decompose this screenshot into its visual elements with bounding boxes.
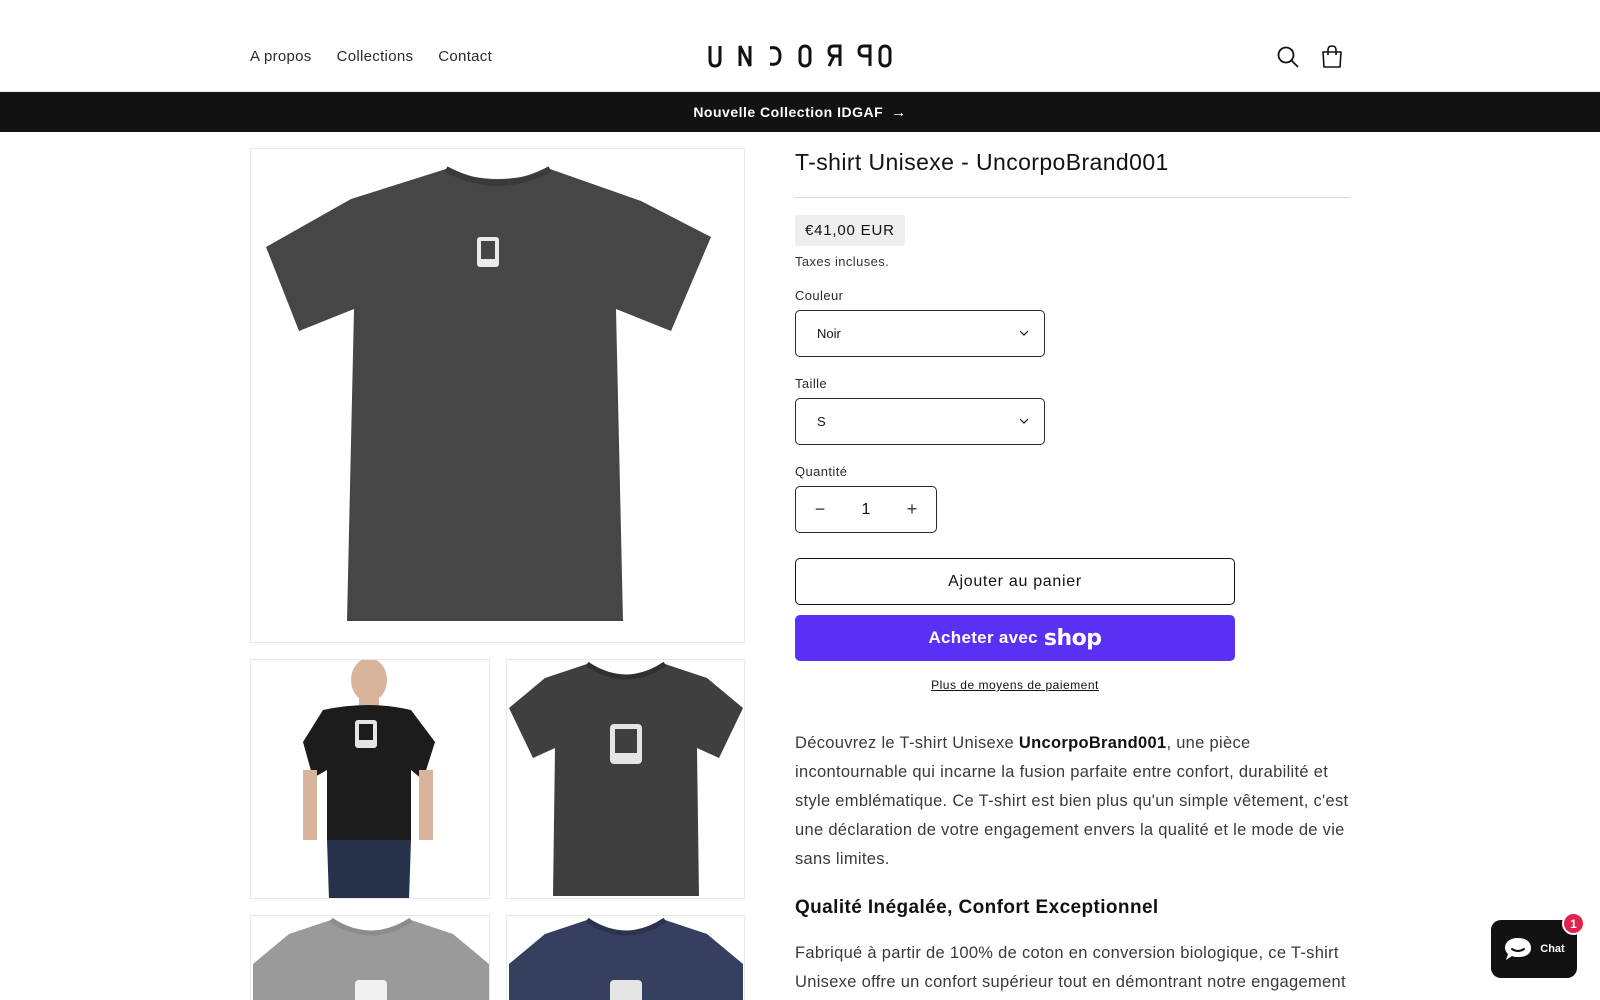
- tshirt-grey-image: [251, 916, 489, 1000]
- main-nav: A propos Collections Contact: [250, 48, 492, 65]
- size-select-value: S: [817, 414, 826, 429]
- brand-logo[interactable]: [708, 44, 892, 68]
- tshirt-charcoal-front-image: [507, 660, 744, 898]
- size-label: Taille: [795, 376, 828, 391]
- product-description: Découvrez le T-shirt Unisexe UncorpoBran…: [795, 729, 1350, 874]
- tshirt-charcoal-back-image: [251, 149, 744, 642]
- product-main-image[interactable]: [250, 148, 745, 643]
- add-to-cart-button[interactable]: Ajouter au panier: [795, 558, 1235, 605]
- product-price: €41,00 EUR: [795, 215, 905, 246]
- site-header: A propos Collections Contact: [0, 0, 1600, 92]
- product-thumbnail-grey[interactable]: [250, 915, 490, 1000]
- shop-pay-label: Acheter avec: [928, 628, 1038, 647]
- description-heading: Qualité Inégalée, Confort Exceptionnel: [795, 897, 1159, 918]
- description-paragraph: Fabriqué à partir de 100% de coton en co…: [795, 944, 1346, 991]
- nav-link-a-propos[interactable]: A propos: [250, 48, 312, 65]
- product-thumbnail-navy[interactable]: [506, 915, 745, 1000]
- description-intro: Découvrez le T-shirt Unisexe: [795, 734, 1019, 752]
- title-divider: [795, 197, 1350, 198]
- product-title: T-shirt Unisexe - UncorpoBrand001: [795, 149, 1169, 175]
- search-icon[interactable]: [1275, 44, 1301, 70]
- brand-logo-mark: [708, 44, 892, 68]
- shop-pay-logo: shop: [1043, 625, 1102, 651]
- tshirt-model-image: [251, 660, 489, 898]
- nav-link-contact[interactable]: Contact: [438, 48, 492, 65]
- chat-label: Chat: [1540, 943, 1565, 955]
- quantity-label: Quantité: [795, 464, 848, 479]
- color-label: Couleur: [795, 288, 844, 303]
- product-thumbnail-model[interactable]: [250, 659, 490, 899]
- chevron-down-icon: [1019, 330, 1029, 336]
- shop-pay-button[interactable]: Acheter avec shop: [795, 615, 1235, 661]
- chat-notification-badge: 1: [1562, 912, 1585, 935]
- quantity-increase-button[interactable]: +: [902, 499, 922, 520]
- more-payment-options-link[interactable]: Plus de moyens de paiement: [795, 678, 1235, 692]
- product-info: T-shirt Unisexe - UncorpoBrand001 €41,00…: [795, 148, 1350, 1000]
- color-select-value: Noir: [817, 326, 841, 341]
- color-select[interactable]: Noir: [795, 310, 1045, 357]
- description-brand-name: UncorpoBrand001: [1018, 734, 1167, 752]
- tshirt-navy-image: [507, 916, 744, 1000]
- announcement-text: Nouvelle Collection IDGAF: [693, 104, 884, 120]
- tax-note: Taxes incluses.: [795, 254, 890, 269]
- announcement-bar[interactable]: Nouvelle Collection IDGAF →: [0, 92, 1600, 132]
- description-intro-rest: , une pièce incontournable qui incarne l…: [795, 734, 1349, 868]
- quantity-decrease-button[interactable]: −: [810, 499, 830, 520]
- arrow-right-icon: →: [891, 103, 907, 121]
- nav-link-collections[interactable]: Collections: [337, 48, 414, 65]
- quantity-stepper: − 1 +: [795, 486, 937, 533]
- cart-icon[interactable]: [1319, 44, 1345, 70]
- chat-bubble-icon: [1505, 938, 1532, 960]
- quantity-input[interactable]: 1: [862, 501, 871, 519]
- chevron-down-icon: [1019, 418, 1029, 424]
- size-select[interactable]: S: [795, 398, 1045, 445]
- product-thumbnail-charcoal[interactable]: [506, 659, 745, 899]
